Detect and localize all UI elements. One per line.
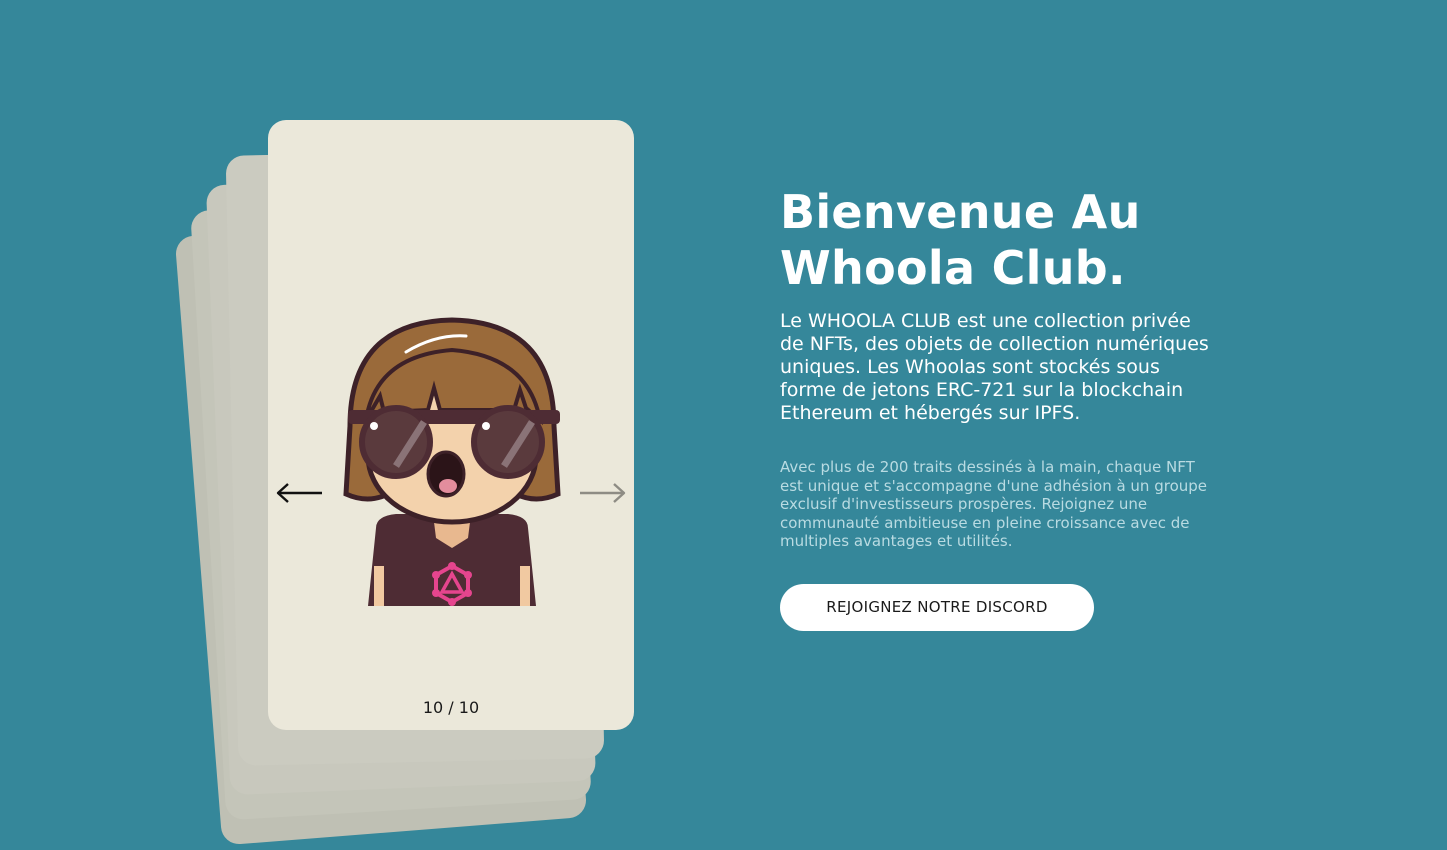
details-text: Avec plus de 200 traits dessinés à la ma…: [780, 458, 1208, 550]
hero-content: Bienvenue Au Whoola Club. Le WHOOLA CLUB…: [780, 184, 1220, 631]
slide-counter: 10 / 10: [422, 698, 480, 717]
arrow-right-icon: [580, 483, 626, 503]
prev-button[interactable]: [274, 478, 324, 508]
join-discord-button[interactable]: REJOIGNEZ NOTRE DISCORD: [780, 583, 1094, 631]
next-button[interactable]: [578, 478, 628, 508]
page-title: Bienvenue Au Whoola Club.: [780, 185, 1141, 295]
arrow-left-icon: [276, 483, 322, 503]
nft-card: 10 / 10: [268, 120, 634, 730]
nft-avatar-image: [343, 317, 561, 606]
intro-text: Le WHOOLA CLUB est une collection privée…: [780, 310, 1209, 424]
